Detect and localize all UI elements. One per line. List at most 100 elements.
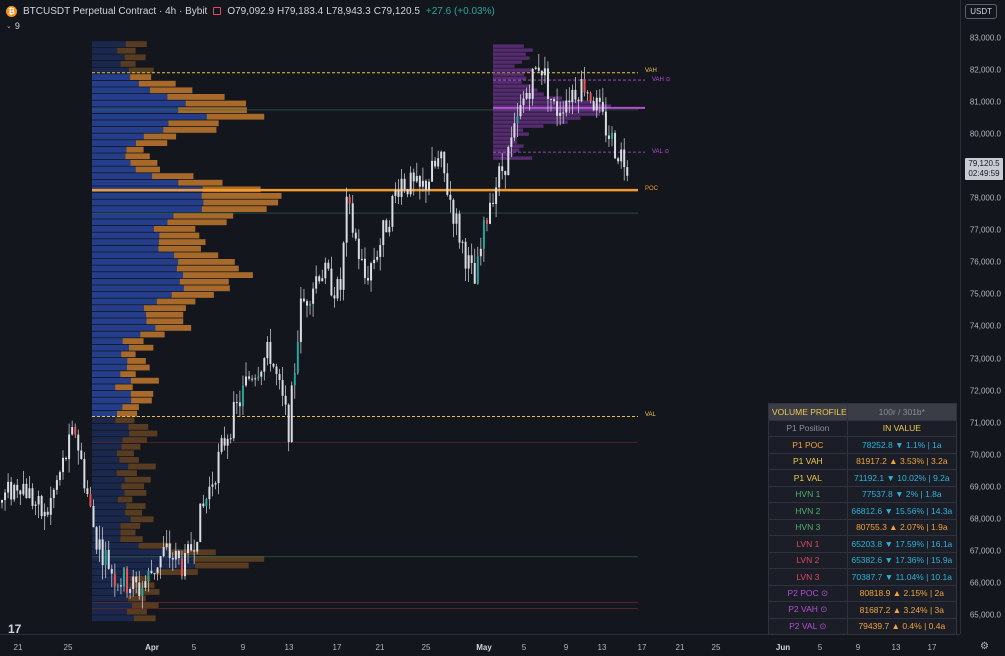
profile-bar-buy bbox=[92, 133, 144, 140]
candle-body bbox=[251, 378, 254, 380]
candle-body bbox=[62, 457, 64, 473]
p2-profile-bar bbox=[493, 60, 522, 64]
row-value: 65203.8 bbox=[851, 538, 883, 549]
profile-bar-buy bbox=[92, 595, 128, 602]
table-row: HVN 2 66812.6 ▼ 15.56% | 14.3a bbox=[768, 502, 958, 520]
row-value: 71192.1 ▼ 10.02% | 9.2a bbox=[846, 469, 958, 487]
row-pct: 3.24% bbox=[903, 604, 928, 615]
row-value: 79439.7 bbox=[858, 621, 890, 632]
candle-body bbox=[113, 573, 116, 587]
candle-body bbox=[202, 503, 205, 507]
candle-body bbox=[19, 490, 22, 495]
candle-body bbox=[71, 427, 74, 435]
profile-bar-buy bbox=[92, 239, 159, 246]
profile-bar-buy bbox=[92, 608, 127, 615]
candle-body bbox=[248, 376, 251, 379]
p2-profile-bar bbox=[493, 56, 530, 60]
candle-body bbox=[458, 213, 461, 243]
candle-body bbox=[92, 506, 95, 528]
p2-profile-bar bbox=[493, 116, 581, 120]
candle-body bbox=[55, 480, 58, 490]
profile-bar-sell bbox=[201, 206, 267, 213]
candle-body bbox=[306, 301, 308, 306]
p2-profile-bar bbox=[493, 88, 538, 92]
profile-bar-buy bbox=[92, 331, 141, 338]
p2-profile-bar bbox=[493, 152, 514, 156]
tradingview-logo-icon[interactable]: 17 bbox=[8, 622, 21, 636]
table-title: VOLUME PROFILE bbox=[768, 403, 848, 421]
candle-body bbox=[604, 111, 607, 136]
p2-profile-bar bbox=[493, 128, 524, 132]
profile-bar-sell bbox=[146, 318, 184, 325]
profile-bar-sell bbox=[121, 483, 145, 490]
price-tick: 80,000.0 bbox=[969, 129, 1001, 139]
candle-body bbox=[455, 213, 458, 224]
p2-vah-label: VAH ⊙ bbox=[652, 77, 671, 84]
candle-body bbox=[522, 98, 525, 106]
table-row: LVN 1 65203.8 ▼ 17.59% | 16.1a bbox=[768, 535, 958, 553]
profile-bar-buy bbox=[92, 463, 129, 470]
candle-body bbox=[238, 402, 241, 407]
candle-body bbox=[89, 493, 92, 507]
separator: | bbox=[923, 571, 931, 582]
time-axis[interactable]: 21 25 Apr 5 9 13 17 21 25 May 5 9 13 17 21 25 Jun 5 9 13 17 bbox=[0, 634, 960, 656]
profile-bar-buy bbox=[92, 404, 123, 411]
profile-bar-buy bbox=[92, 417, 116, 424]
last-price-value: 79,120.5 bbox=[968, 159, 1000, 168]
profile-bar-buy bbox=[92, 94, 168, 100]
profile-bar-buy bbox=[92, 589, 135, 595]
separator: | bbox=[921, 621, 929, 632]
time-tick: May bbox=[476, 643, 492, 652]
row-value: 66812.6 ▼ 15.56% | 14.3a bbox=[846, 502, 958, 520]
profile-bar-sell bbox=[178, 259, 235, 265]
row-age: 1.9a bbox=[931, 522, 948, 533]
table-row: P2 POC ⊙ 80818.9 ▲ 2.15% | 2a bbox=[768, 584, 958, 602]
profile-bar-sell bbox=[183, 272, 253, 279]
profile-bar-buy bbox=[92, 80, 139, 87]
candle-body bbox=[174, 550, 177, 560]
candle-body bbox=[553, 99, 556, 102]
last-price-label: 79,120.5 02:49:59 bbox=[965, 158, 1003, 180]
p2-val-label: VAL ⊙ bbox=[652, 149, 670, 156]
candle-body bbox=[208, 486, 211, 500]
candle-body bbox=[583, 79, 586, 93]
candle-body bbox=[257, 376, 260, 379]
profile-bar-buy bbox=[92, 61, 121, 67]
row-value: 65382.6 bbox=[851, 555, 883, 566]
candle-body bbox=[382, 220, 385, 246]
profile-bar-sell bbox=[121, 443, 141, 450]
profile-bar-sell bbox=[183, 285, 230, 292]
candle-body bbox=[409, 172, 412, 195]
profile-bar-buy bbox=[92, 338, 123, 345]
profile-bar-buy bbox=[92, 351, 122, 358]
row-pct: 17.59% bbox=[895, 538, 925, 549]
row-age: 3a bbox=[934, 604, 945, 615]
candle-body bbox=[135, 576, 138, 583]
time-tick: 25 bbox=[421, 643, 431, 652]
price-axis[interactable]: 83,000.082,000.081,000.080,000.079,000.0… bbox=[960, 0, 1005, 634]
candle-body bbox=[391, 195, 394, 227]
candle-body bbox=[296, 341, 299, 373]
profile-bar-sell bbox=[119, 457, 139, 463]
row-age: 16.1a bbox=[931, 538, 953, 549]
candle-body bbox=[98, 539, 101, 550]
profile-bar-buy bbox=[92, 476, 125, 483]
row-label: LVN 3 bbox=[768, 568, 848, 586]
candle-body bbox=[220, 438, 223, 452]
candle-body bbox=[498, 166, 501, 188]
candle-body bbox=[351, 203, 354, 233]
row-age: 1.8a bbox=[925, 489, 942, 500]
profile-bar-buy bbox=[92, 450, 117, 457]
profile-bar-sell bbox=[167, 219, 227, 226]
p2-profile-bar bbox=[493, 68, 533, 72]
gear-icon[interactable]: ⚙ bbox=[980, 641, 989, 652]
profile-bar-buy bbox=[92, 120, 169, 127]
profile-bar-sell bbox=[167, 94, 225, 100]
candle-body bbox=[235, 402, 238, 404]
profile-bar-sell bbox=[130, 391, 154, 397]
candle-body bbox=[141, 587, 144, 597]
symbol-title[interactable]: BTCUSDT Perpetual Contract · 4h · Bybit bbox=[23, 6, 207, 17]
candle-body bbox=[428, 181, 430, 191]
profile-bar-sell bbox=[135, 140, 168, 147]
profile-bar-sell bbox=[168, 120, 219, 127]
